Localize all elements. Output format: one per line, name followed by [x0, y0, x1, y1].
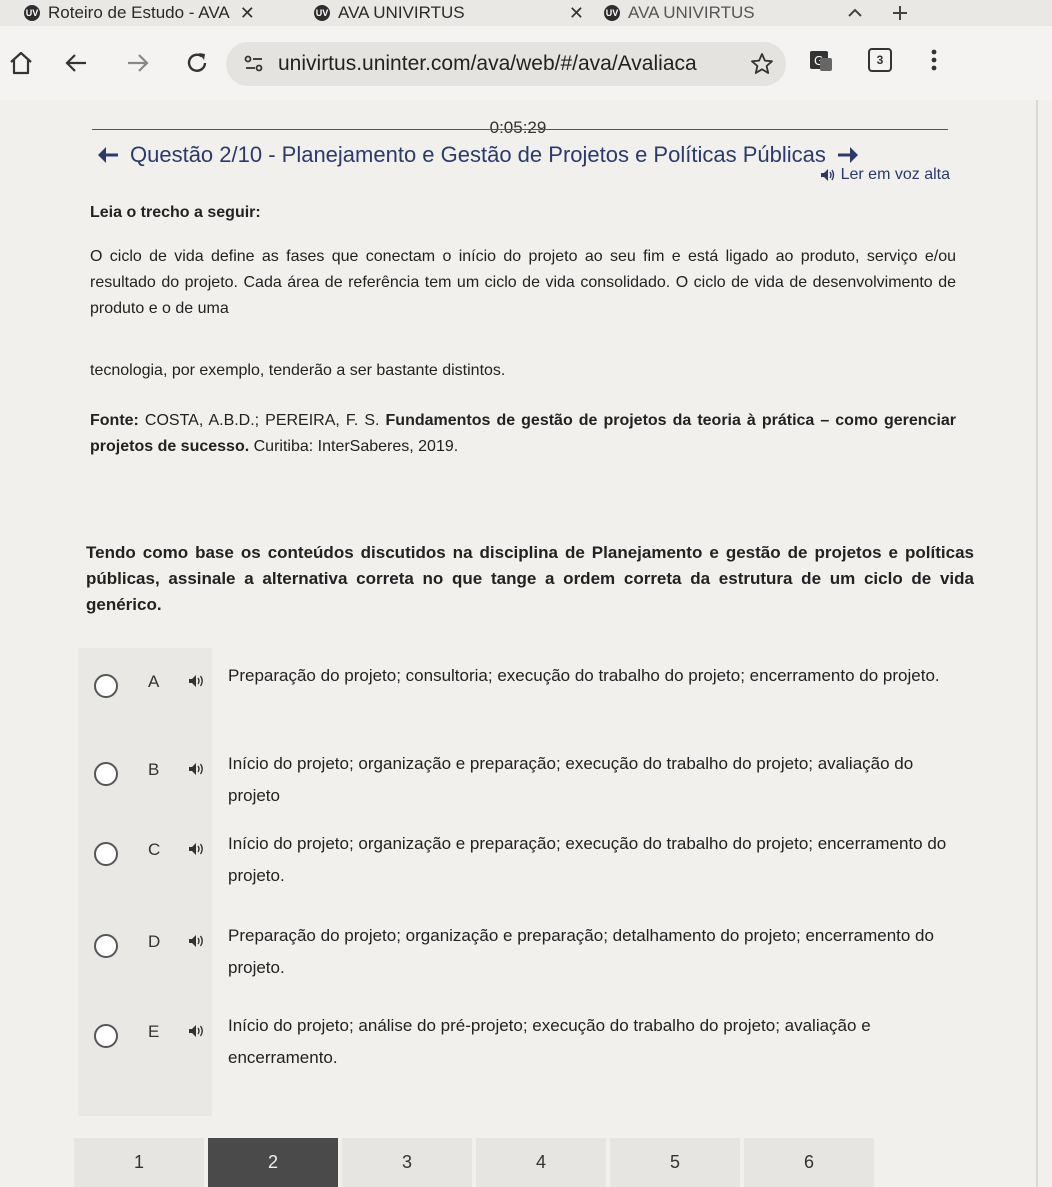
option-radio[interactable]: [94, 1024, 118, 1048]
tab-roteiro-de-estudo[interactable]: UV Roteiro de Estudo - AVA ✕: [24, 0, 255, 26]
speaker-icon[interactable]: [188, 674, 206, 688]
source-label: Fonte:: [90, 412, 139, 429]
timer-divider: [92, 129, 948, 130]
translate-extension-icon[interactable]: G: [808, 48, 834, 74]
speaker-icon[interactable]: [188, 934, 206, 948]
option-radio[interactable]: [94, 934, 118, 958]
new-tab-plus-icon[interactable]: [892, 0, 908, 26]
option-radio[interactable]: [94, 842, 118, 866]
forward-arrow-icon[interactable]: [118, 44, 156, 82]
tab-ava-univirtus-active[interactable]: UV AVA UNIVIRTUS ✕: [314, 0, 584, 26]
option-letter: A: [148, 672, 160, 691]
previous-question-arrow-icon[interactable]: [96, 145, 120, 165]
option-letter: B: [148, 760, 160, 779]
page-button-1[interactable]: 1: [74, 1138, 204, 1187]
tab-title: AVA UNIVIRTUS: [628, 3, 755, 22]
reload-icon[interactable]: [178, 44, 216, 82]
bookmark-star-icon[interactable]: [750, 52, 774, 81]
read-aloud-label: Ler em voz alta: [840, 166, 950, 183]
univirtus-favicon-icon: UV: [314, 5, 330, 21]
excerpt-paragraph-1: O ciclo de vida define as fases que cone…: [90, 248, 956, 317]
tab-title: Roteiro de Estudo - AVA: [48, 3, 230, 22]
tab-strip: UV Roteiro de Estudo - AVA ✕ UV AVA UNIV…: [0, 0, 1052, 26]
menu-kebab-icon[interactable]: [930, 48, 938, 72]
tab-list-chevron-up-icon[interactable]: [848, 0, 862, 26]
page-button-5[interactable]: 5: [610, 1138, 740, 1187]
tab-count-button[interactable]: 3: [868, 48, 892, 72]
option-radio[interactable]: [94, 762, 118, 786]
source-publisher: Curitiba: InterSaberes, 2019.: [253, 438, 459, 455]
option-letter: D: [148, 932, 161, 951]
question-prompt: Tendo como base os conteúdos discutidos …: [86, 543, 974, 614]
option-text: Início do projeto; análise do pré-projet…: [228, 1016, 871, 1067]
tab-count: 3: [868, 48, 892, 72]
speaker-icon[interactable]: [188, 842, 206, 856]
tab-ava-univirtus[interactable]: UV AVA UNIVIRTUS: [604, 0, 755, 26]
option-letter: E: [148, 1022, 160, 1041]
excerpt-paragraph-2: tecnologia, por exemplo, tenderão a ser …: [90, 362, 506, 379]
option-text: Início do projeto; organização e prepara…: [228, 754, 914, 805]
option-text: Preparação do projeto; organização e pre…: [228, 926, 934, 977]
page-button-3[interactable]: 3: [342, 1138, 472, 1187]
question-pagination: 1 2 3 4 5 6: [74, 1130, 878, 1187]
close-tab-icon[interactable]: ✕: [240, 3, 255, 24]
back-arrow-icon[interactable]: [58, 44, 96, 82]
page-button-4[interactable]: 4: [476, 1138, 606, 1187]
lead-text: Leia o trecho a seguir:: [90, 204, 261, 221]
speaker-icon[interactable]: [188, 762, 206, 776]
option-letter: C: [148, 840, 161, 859]
home-icon[interactable]: [2, 44, 40, 82]
browser-toolbar: univirtus.uninter.com/ava/web/#/ava/Aval…: [0, 26, 1052, 100]
page-button-6[interactable]: 6: [744, 1138, 874, 1187]
source-citation: Fonte: COSTA, A.B.D.; PEREIRA, F. S. Fun…: [90, 408, 956, 460]
url-text[interactable]: univirtus.uninter.com/ava/web/#/ava/Aval…: [278, 52, 733, 76]
close-tab-icon[interactable]: ✕: [569, 3, 584, 24]
tab-title: AVA UNIVIRTUS: [338, 3, 465, 22]
assessment-page: 0:05:29 Questão 2/10 - Planejamento e Ge…: [0, 100, 1038, 1187]
option-text: Preparação do projeto; consultoria; exec…: [228, 666, 940, 685]
univirtus-favicon-icon: UV: [24, 5, 40, 21]
question-title: Questão 2/10 - Planejamento e Gestão de …: [130, 142, 826, 167]
read-aloud-button[interactable]: Ler em voz alta: [820, 166, 950, 184]
univirtus-favicon-icon: UV: [604, 5, 620, 21]
option-text: Início do projeto; organização e prepara…: [228, 834, 947, 885]
site-settings-icon[interactable]: [244, 55, 264, 73]
countdown-timer: 0:05:29: [489, 118, 547, 137]
address-bar[interactable]: univirtus.uninter.com/ava/web/#/ava/Aval…: [226, 42, 786, 86]
page-button-2-current[interactable]: 2: [208, 1138, 338, 1187]
question-navigation: Questão 2/10 - Planejamento e Gestão de …: [96, 140, 886, 170]
next-question-arrow-icon[interactable]: [836, 145, 860, 165]
source-authors: COSTA, A.B.D.; PEREIRA, F. S.: [144, 412, 380, 429]
speaker-icon: [820, 168, 836, 182]
speaker-icon[interactable]: [188, 1024, 206, 1038]
option-radio[interactable]: [94, 674, 118, 698]
